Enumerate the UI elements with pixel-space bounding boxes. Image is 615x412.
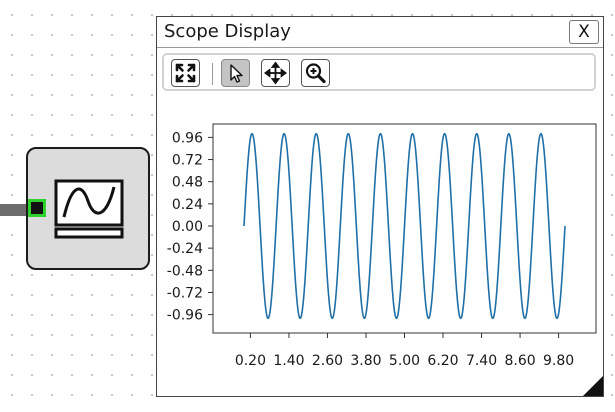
y-tick-label: 0.00 <box>172 219 203 235</box>
y-tick-label: 0.96 <box>172 130 203 146</box>
input-port[interactable] <box>28 199 46 217</box>
x-tick-label: 3.80 <box>350 353 381 369</box>
x-tick-label: 6.20 <box>427 353 458 369</box>
y-tick-label: -0.48 <box>167 263 203 279</box>
x-tick-label: 9.80 <box>543 353 574 369</box>
x-tick-label: 5.00 <box>389 353 420 369</box>
resize-handle[interactable] <box>583 376 603 396</box>
y-axis: 0.96 0.72 0.48 0.24 0.00 -0.24 -0.48 -0.72 -0.96 <box>167 130 213 324</box>
x-axis: 0.20 1.40 2.60 3.80 5.00 6.20 7.40 8.60 9.80 <box>235 333 574 369</box>
x-tick-label: 1.40 <box>273 353 304 369</box>
x-tick-label: 2.60 <box>312 353 343 369</box>
y-tick-label: 0.24 <box>172 197 203 213</box>
scope-window: Scope Display X 0.96 0.72 0.48 0.24 0.00… <box>156 16 604 397</box>
scope-icon <box>54 179 124 239</box>
x-tick-label: 8.60 <box>504 353 535 369</box>
x-tick-label: 0.20 <box>235 353 266 369</box>
y-tick-label: 0.48 <box>172 175 203 191</box>
y-tick-label: -0.72 <box>167 285 203 301</box>
scope-plot[interactable]: 0.96 0.72 0.48 0.24 0.00 -0.24 -0.48 -0.72 -0.96… <box>157 17 603 396</box>
x-tick-label: 7.40 <box>466 353 497 369</box>
y-tick-label: 0.72 <box>172 153 203 169</box>
y-tick-label: -0.24 <box>167 241 203 257</box>
y-tick-label: -0.96 <box>167 308 203 324</box>
